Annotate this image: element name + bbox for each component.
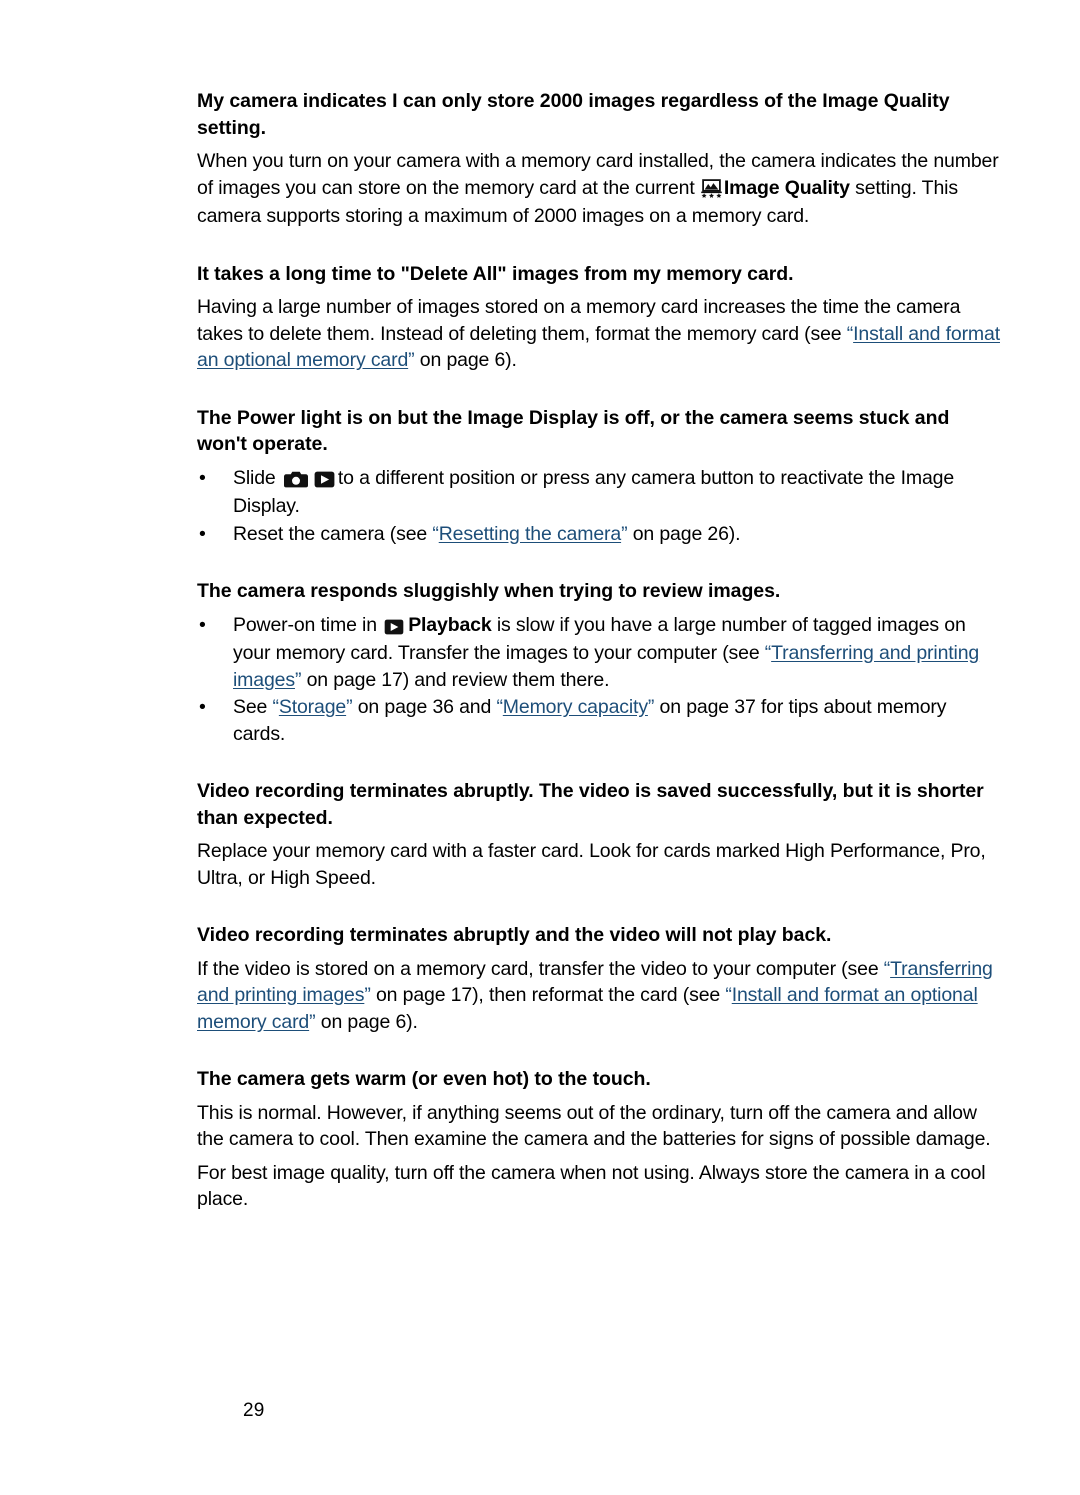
bullet-text-part-1: See: [233, 696, 273, 718]
playback-mode-icon: [382, 614, 408, 641]
list-item: • Slide to a different position or press …: [197, 465, 1003, 520]
section-heading: The camera gets warm (or even hot) to th…: [197, 1068, 651, 1090]
paragraph-text-part-1: If the video is stored on a memory card,…: [197, 957, 884, 980]
paragraph-text-part-2: on page 17), then reformat the card (see: [375, 984, 726, 1006]
link-memory-capacity[interactable]: Memory capacity: [503, 696, 648, 718]
bullet-icon: •: [199, 466, 206, 489]
bullet-icon: •: [199, 522, 206, 545]
link-resetting-the-camera[interactable]: Resetting the camera: [439, 523, 622, 545]
bullet-icon: •: [199, 613, 206, 636]
section-paragraph: When you turn on your camera with a memo…: [197, 148, 1003, 230]
page-content: My camera indicates I can only store 200…: [197, 88, 1003, 1213]
close-quote: ”: [408, 349, 420, 371]
section-paragraph: If the video is stored on a memory card,…: [197, 956, 1003, 1036]
close-quote: ”: [309, 1010, 321, 1033]
bullet-text-part-2: on page 36 and: [357, 696, 497, 718]
section-heading: The camera responds sluggishly when tryi…: [197, 580, 781, 602]
faq-section-sluggish-review: The camera responds sluggishly when tryi…: [197, 578, 1003, 747]
section-heading: Video recording terminates abruptly and …: [197, 924, 832, 946]
faq-section-camera-warm: The camera gets warm (or even hot) to th…: [197, 1066, 1003, 1213]
bullet-text-part-3: on page 17) and review them there.: [306, 668, 610, 691]
close-quote: ”: [294, 668, 307, 691]
faq-section-video-no-playback: Video recording terminates abruptly and …: [197, 922, 1003, 1035]
section-paragraph: Replace your memory card with a faster c…: [197, 840, 986, 889]
section-heading: The Power light is on but the Image Disp…: [197, 406, 950, 456]
bullet-list: • Power-on time in Playback is slow if yo…: [197, 612, 1003, 748]
paragraph-text-part-3: on page 6).: [320, 1010, 418, 1033]
bullet-list: • Slide to a different position or press …: [197, 465, 1003, 548]
close-quote: ”: [364, 984, 376, 1006]
page-number: 29: [243, 1400, 265, 1421]
section-paragraph: Having a large number of images stored o…: [197, 294, 1003, 374]
section-paragraph: For best image quality, turn off the cam…: [197, 1161, 986, 1211]
bullet-icon: •: [199, 696, 206, 718]
close-quote: ”: [647, 696, 660, 718]
faq-section-video-shorter: Video recording terminates abruptly. The…: [197, 778, 1003, 891]
bullet-text-part-1: Slide: [233, 466, 281, 489]
faq-section-delete-all: It takes a long time to "Delete All" ima…: [197, 261, 1003, 374]
bullet-text-part-1: Reset the camera (see: [233, 522, 433, 545]
camera-mode-icon: [281, 467, 311, 494]
paragraph-text-part-2: on page 6).: [419, 349, 517, 371]
list-item: • Power-on time in Playback is slow if yo…: [197, 612, 1003, 694]
image-quality-label: Image Quality: [723, 176, 856, 199]
section-paragraph: This is normal. However, if anything see…: [197, 1101, 991, 1151]
bullet-text-part-1: Power-on time in: [233, 613, 383, 636]
faq-section-image-quality: My camera indicates I can only store 200…: [197, 88, 1003, 230]
section-heading: My camera indicates I can only store 200…: [197, 90, 950, 139]
image-quality-icon: [700, 177, 724, 204]
bullet-text-part-2: on page 26).: [632, 522, 741, 545]
section-heading: It takes a long time to "Delete All" ima…: [197, 262, 794, 285]
playback-mode-icon: [311, 467, 338, 494]
list-item: • See “Storage” on page 36 and “Memory ca…: [197, 694, 1003, 747]
document-page: My camera indicates I can only store 200…: [0, 0, 1080, 1495]
list-item: • Reset the camera (see “Resetting the ca…: [197, 521, 1003, 548]
section-heading: Video recording terminates abruptly. The…: [197, 780, 984, 829]
playback-label: Playback: [408, 613, 497, 636]
bullet-text-part-2: to a different position or press any cam…: [233, 466, 955, 518]
faq-section-power-light: The Power light is on but the Image Disp…: [197, 405, 1003, 548]
link-storage[interactable]: Storage: [279, 696, 346, 718]
close-quote: ”: [621, 522, 633, 545]
close-quote: ”: [346, 696, 358, 718]
